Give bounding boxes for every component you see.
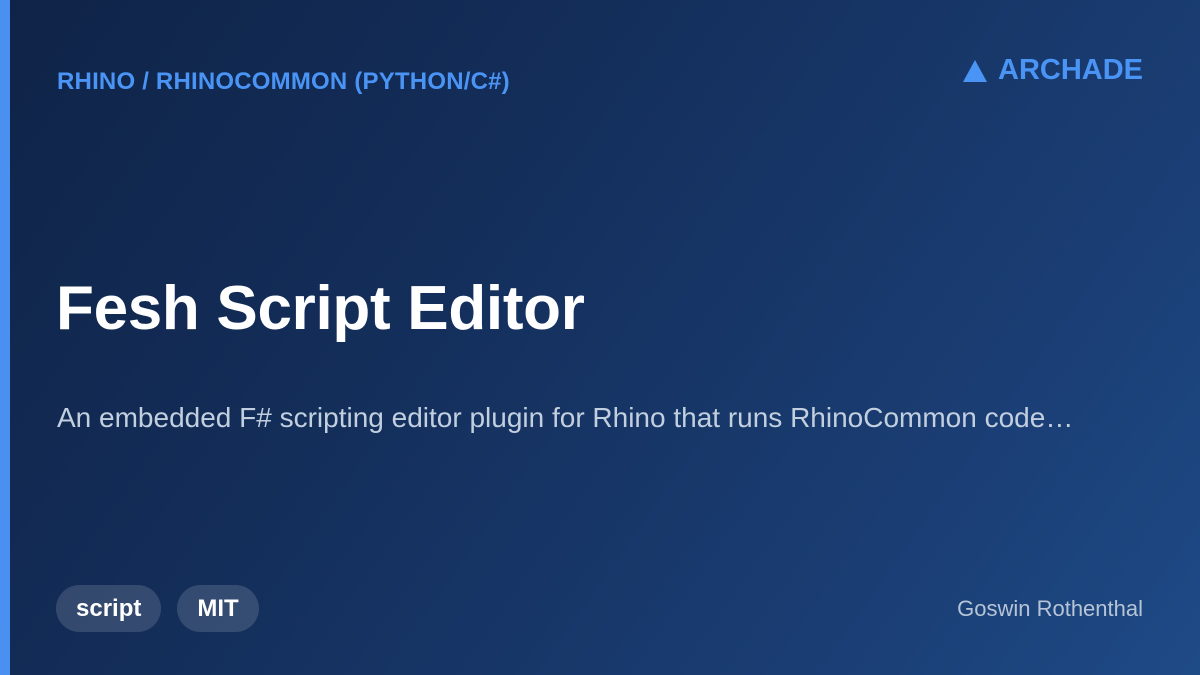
brand-logo: ARCHADE xyxy=(962,54,1143,87)
tag-script: script xyxy=(56,585,162,632)
author-name: Goswin Rothenthal xyxy=(957,596,1143,621)
page-title: Fesh Script Editor xyxy=(56,274,585,343)
accent-bar xyxy=(0,0,10,675)
brand-name: ARCHADE xyxy=(998,54,1143,86)
tag-license: MIT xyxy=(177,585,259,632)
category-label: RHINO / RHINOCOMMON (PYTHON/C#) xyxy=(57,68,510,95)
tag-list: script MIT xyxy=(56,585,259,632)
project-card: RHINO / RHINOCOMMON (PYTHON/C#) ARCHADE … xyxy=(0,0,1200,675)
project-description: An embedded F# scripting editor plugin f… xyxy=(57,402,1074,433)
triangle-logo-icon xyxy=(963,59,987,82)
